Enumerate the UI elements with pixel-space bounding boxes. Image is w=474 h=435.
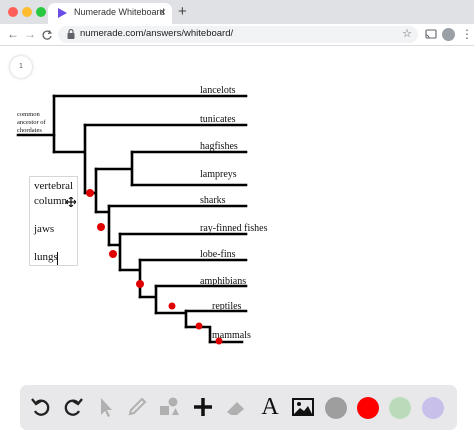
trait-marker-dot (215, 337, 223, 345)
color-swatch-green[interactable] (389, 397, 411, 419)
taxon-label-reptiles: reptiles (212, 301, 242, 312)
common-ancestor-label-line-2: ancestor of (17, 119, 47, 126)
color-swatch-red[interactable] (357, 397, 379, 419)
trait-marker-dot (168, 302, 176, 310)
undo-icon[interactable] (28, 394, 54, 420)
common-ancestor-label-line-1: common (17, 111, 40, 118)
taxon-label-lampreys: lampreys (200, 169, 237, 180)
trait-jaws: jaws (34, 223, 55, 235)
select-pointer-icon[interactable] (93, 394, 119, 420)
trait-marker-dot (136, 280, 144, 288)
redo-icon[interactable] (60, 394, 86, 420)
eraser-icon[interactable] (223, 394, 249, 420)
common-ancestor-label-line-3: chordates (17, 127, 42, 134)
text-caret (57, 252, 58, 265)
image-icon[interactable] (290, 394, 316, 420)
taxon-label-lobe-fins: lobe-fins (200, 249, 236, 260)
color-swatch-gray[interactable] (325, 397, 347, 419)
trait-marker-dot (109, 250, 117, 258)
taxon-label-amphibians: amphibians (200, 276, 246, 287)
taxon-label-lancelots: lancelots (200, 85, 236, 96)
text-tool-icon[interactable]: A (257, 393, 283, 420)
move-cursor-icon (66, 197, 76, 207)
trait-vertebral: vertebral (34, 180, 74, 192)
trait-column: column (34, 195, 67, 207)
node-tetrapods (138, 284, 158, 315)
taxon-label-ray-finned-fishes: ray-finned fishes (200, 223, 268, 234)
node-cyclostomes (94, 150, 134, 187)
color-swatch-lavender[interactable] (422, 397, 444, 419)
taxon-label-hagfishes: hagfishes (200, 141, 238, 152)
add-icon[interactable] (190, 394, 216, 420)
pen-icon[interactable] (124, 394, 150, 420)
taxon-label-sharks: sharks (200, 195, 226, 206)
trait-lungs: lungs (34, 251, 58, 263)
taxon-label-tunicates: tunicates (200, 114, 236, 125)
trait-marker-dot (97, 223, 105, 231)
trait-marker-dot (86, 189, 94, 197)
traits-text-box[interactable]: vertebral column jaws lungs (29, 176, 78, 266)
node-lobe-fins (118, 258, 142, 299)
node-amniotes (154, 309, 188, 329)
trait-marker-dot (195, 322, 203, 330)
drawing-toolbar: A (20, 385, 457, 430)
shapes-icon[interactable] (156, 394, 182, 420)
